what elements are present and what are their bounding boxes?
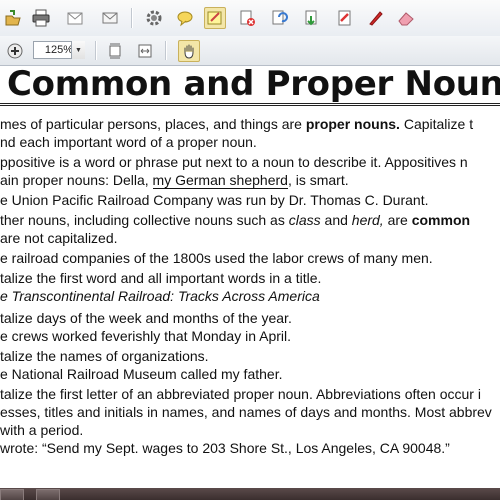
title-rule-top — [0, 103, 500, 104]
page-title: Common and Proper Noun — [7, 66, 500, 104]
text-line: esses, titles and initials in names, and… — [0, 404, 492, 420]
underlined-phrase: my German shepherd — [152, 172, 288, 189]
text-line: are not capitalized. — [0, 230, 118, 246]
highlight-icon[interactable] — [204, 7, 226, 29]
pen-icon[interactable] — [365, 7, 387, 29]
extract-icon[interactable] — [301, 7, 323, 29]
text-line: ppositive is a word or phrase put next t… — [0, 154, 468, 170]
taskbar-item[interactable] — [36, 489, 60, 500]
zoom-in-icon[interactable] — [4, 40, 26, 62]
hand-tool-icon[interactable] — [178, 40, 200, 62]
text-line: e Transcontinental Railroad: Tracks Acro… — [0, 288, 320, 304]
settings-icon[interactable] — [143, 7, 165, 29]
text-line: mes of particular persons, places, and t… — [0, 116, 474, 132]
text-line: talize the first word and all important … — [0, 270, 322, 286]
taskbar — [0, 488, 500, 500]
text-line: ain proper nouns: Della, my German sheph… — [0, 172, 349, 189]
fit-page-icon[interactable] — [104, 40, 126, 62]
fit-width-icon[interactable] — [134, 40, 156, 62]
text-line: e crews worked feverishly that Monday in… — [0, 328, 292, 344]
text-line: e Union Pacific Railroad Company was run… — [0, 192, 429, 208]
eraser-icon[interactable] — [395, 7, 417, 29]
open-file-icon[interactable] — [64, 7, 86, 29]
document-page: Common and Proper Noun mes of particular… — [0, 66, 500, 488]
title-rule-bottom — [0, 105, 500, 106]
print-icon[interactable] — [30, 7, 52, 29]
text-line: ther nouns, including collective nouns s… — [0, 212, 471, 228]
delete-page-icon[interactable] — [236, 7, 258, 29]
edit-pdf-icon[interactable] — [334, 7, 356, 29]
text-line: e National Railroad Museum called my fat… — [0, 366, 283, 382]
zoom-dropdown-button[interactable]: ▼ — [71, 41, 85, 59]
text-line: talize the first letter of an abbreviate… — [0, 386, 481, 402]
chevron-down-icon: ▼ — [75, 46, 82, 54]
text-line: nd each important word of a proper noun. — [0, 134, 257, 150]
email-icon[interactable] — [99, 7, 121, 29]
text-line: e railroad companies of the 1800s used t… — [0, 250, 433, 266]
text-line: wrote: “Send my Sept. wages to 203 Shore… — [0, 440, 450, 456]
comment-icon[interactable] — [174, 7, 196, 29]
taskbar-item[interactable] — [0, 489, 24, 500]
rotate-icon[interactable] — [268, 7, 290, 29]
text-line: talize the names of organizations. — [0, 348, 209, 364]
main-toolbar — [0, 0, 500, 37]
text-line: with a period. — [0, 422, 84, 438]
text-line: talize days of the week and months of th… — [0, 310, 292, 326]
view-toolbar: 125% ▼ — [0, 36, 500, 66]
open-icon[interactable] — [2, 7, 24, 29]
